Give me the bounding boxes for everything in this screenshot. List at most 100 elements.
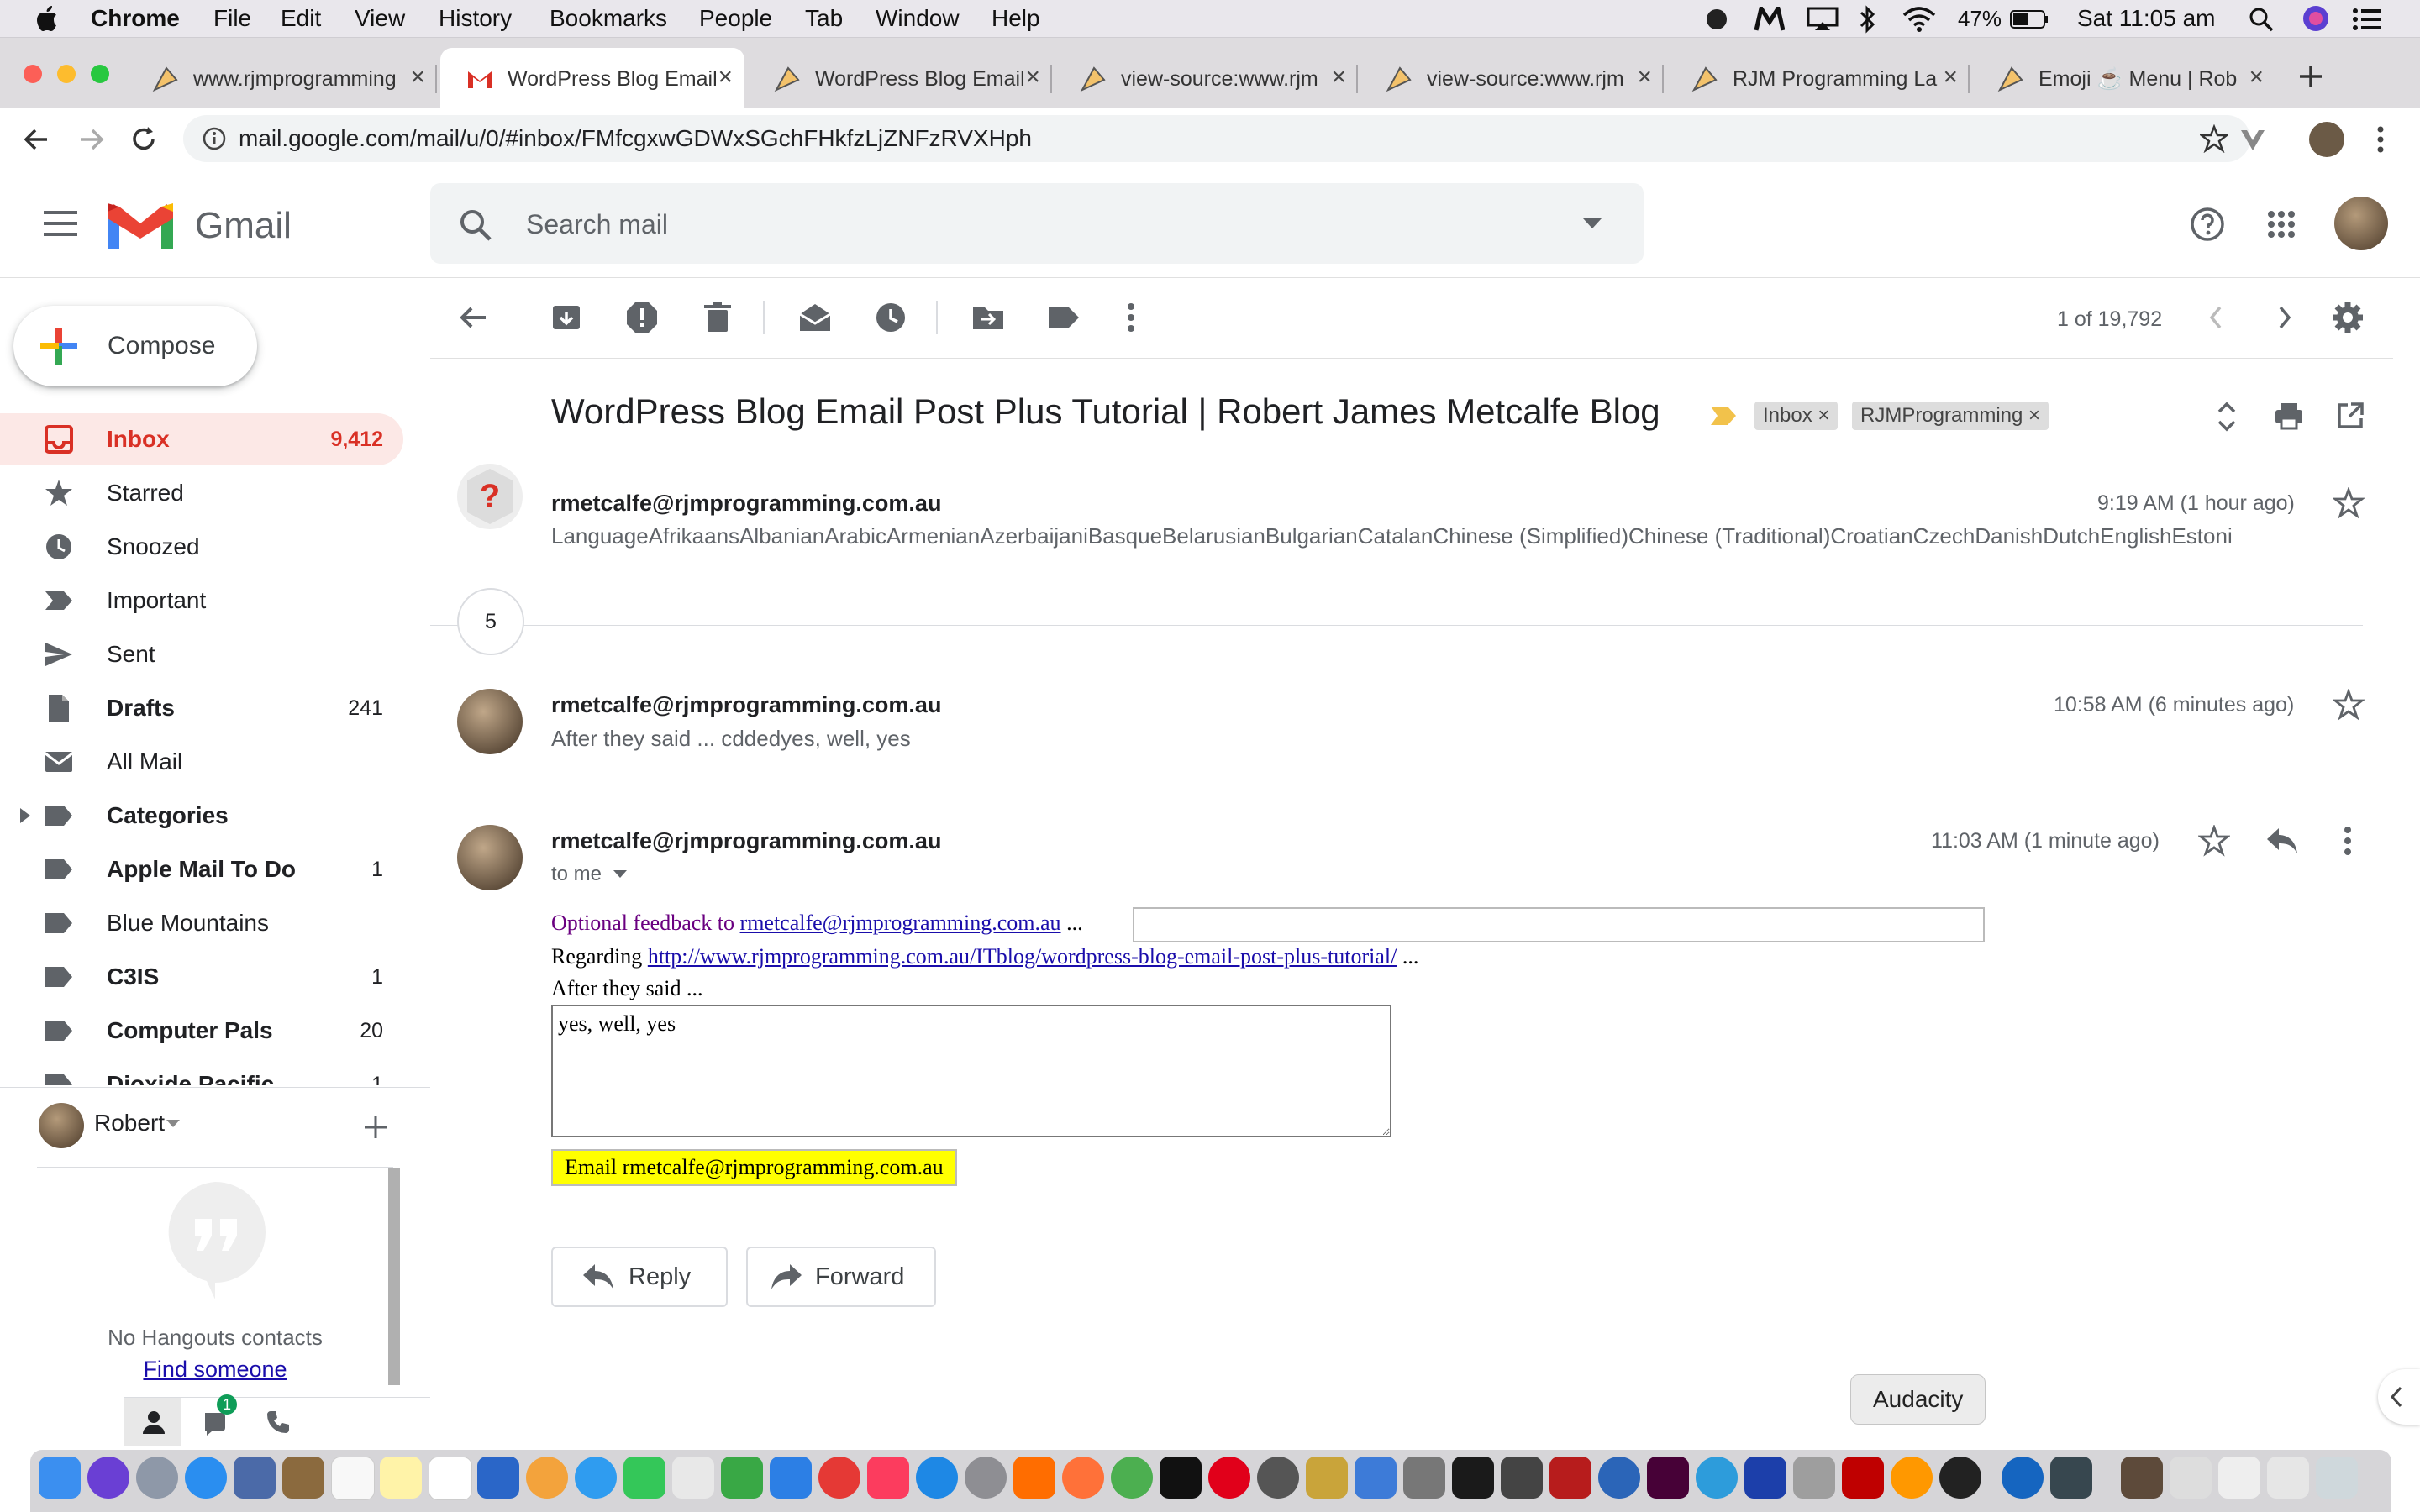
quicktime-icon[interactable]: [2002, 1457, 2044, 1499]
message-snippet[interactable]: After they said ... cddedyes, well, yes: [551, 726, 911, 752]
bookmark-star-icon[interactable]: [2200, 124, 2228, 153]
filezilla-icon[interactable]: [1842, 1457, 1884, 1499]
reminders-icon[interactable]: [429, 1457, 472, 1500]
mail-app-icon[interactable]: [234, 1457, 276, 1499]
app-stack-icon[interactable]: [2050, 1457, 2092, 1499]
app-ps-icon[interactable]: [1160, 1457, 1202, 1499]
tab-close-icon[interactable]: ×: [1331, 63, 1346, 92]
label-chip-inbox[interactable]: Inbox ×: [1754, 402, 1839, 430]
app-globe-icon[interactable]: [1696, 1457, 1738, 1499]
reply-textarea[interactable]: yes, well, yes: [551, 1005, 1392, 1137]
sidebar-item-starred[interactable]: Starred: [0, 467, 403, 519]
app-gold-icon[interactable]: [1306, 1457, 1348, 1499]
launchpad-icon[interactable]: [136, 1457, 178, 1499]
app-gray-icon[interactable]: [1257, 1457, 1299, 1499]
sidebar-item-computer-pals[interactable]: Computer Pals 20: [0, 1005, 403, 1057]
message-sender[interactable]: rmetcalfe@rjmprogramming.com.au: [551, 692, 941, 718]
older-chevron-icon[interactable]: [2272, 301, 2297, 334]
more-options-icon[interactable]: [1124, 301, 1138, 334]
sidebar-item-c3is[interactable]: C3IS 1: [0, 951, 403, 1003]
safari-icon[interactable]: [185, 1457, 227, 1499]
pages-icon[interactable]: [672, 1457, 714, 1499]
email-send-button[interactable]: Email rmetcalfe@rjmprogramming.com.au: [551, 1149, 957, 1186]
omnibox[interactable]: mail.google.com/mail/u/0/#inbox/FMfcgxwG…: [183, 115, 2250, 162]
sidebar-item-snoozed[interactable]: Snoozed: [0, 521, 403, 573]
window-minimize-button[interactable]: [57, 65, 76, 83]
system-preferences-icon[interactable]: [965, 1457, 1007, 1499]
cat-status-icon[interactable]: [1702, 7, 1731, 32]
forward-button[interactable]: Forward: [746, 1247, 936, 1307]
trash-icon[interactable]: [2316, 1457, 2358, 1499]
browser-tab[interactable]: view-source:www.rjm ×: [1054, 48, 1358, 108]
adobe-xd-icon[interactable]: [1647, 1457, 1689, 1499]
app-red-grid-icon[interactable]: [1549, 1457, 1591, 1499]
gmail-brand[interactable]: Gmail: [195, 205, 292, 247]
sidebar-item-sent[interactable]: Sent: [0, 628, 403, 680]
sender-avatar[interactable]: [457, 825, 523, 890]
sender-avatar-unknown[interactable]: ?: [457, 464, 523, 529]
side-panel-toggle[interactable]: [2378, 1369, 2420, 1425]
importance-marker-icon[interactable]: [1709, 405, 1738, 427]
message-sender[interactable]: rmetcalfe@rjmprogramming.com.au: [551, 828, 941, 854]
app-f-icon[interactable]: [1744, 1457, 1786, 1499]
menu-file[interactable]: File: [213, 0, 251, 37]
browser-tab[interactable]: Emoji ☕ Menu | Rob ×: [1971, 48, 2275, 108]
downloads-stack-icon[interactable]: [2121, 1457, 2163, 1499]
messages-icon[interactable]: [575, 1457, 617, 1499]
search-icon[interactable]: [459, 208, 492, 242]
open-new-window-icon[interactable]: [2336, 402, 2365, 430]
reload-icon[interactable]: [129, 125, 158, 154]
siri-dock-icon[interactable]: [87, 1457, 129, 1499]
document-stack-icon[interactable]: [2170, 1457, 2212, 1499]
sidebar-item-all-mail[interactable]: All Mail: [0, 736, 403, 788]
label-tag-icon[interactable]: [1047, 301, 1081, 334]
archive-icon[interactable]: [550, 301, 583, 334]
message-recipient[interactable]: to me: [551, 863, 602, 886]
url-text[interactable]: mail.google.com/mail/u/0/#inbox/FMfcgxwG…: [239, 115, 1032, 162]
forward-arrow-icon[interactable]: [77, 125, 106, 154]
notes-icon[interactable]: [380, 1457, 422, 1499]
label-chip-rjmprogramming[interactable]: RJMProgramming ×: [1852, 402, 2049, 430]
feedback-email-link[interactable]: rmetcalfe@rjmprogramming.com.au: [740, 911, 1061, 935]
hangouts-status-dropdown-icon[interactable]: [166, 1120, 180, 1128]
google-apps-icon[interactable]: [2267, 210, 2296, 239]
help-icon[interactable]: [2190, 207, 2225, 242]
browser-tab[interactable]: www.rjmprogramming ×: [126, 48, 437, 108]
compose-button[interactable]: Compose: [13, 306, 257, 386]
document-stack-icon-3[interactable]: [2267, 1457, 2309, 1499]
message-more-icon[interactable]: [2341, 825, 2354, 857]
opera-icon[interactable]: [1208, 1457, 1250, 1499]
sidebar-item-drafts[interactable]: Drafts 241: [0, 682, 403, 734]
expand-all-icon[interactable]: [2217, 400, 2237, 433]
sidebar-item-apple-mail-to-do[interactable]: Apple Mail To Do 1: [0, 843, 403, 895]
new-tab-plus-icon[interactable]: [2297, 63, 2324, 90]
siri-icon[interactable]: [2302, 5, 2329, 32]
star-message-icon[interactable]: [2333, 487, 2365, 519]
maps-icon[interactable]: [477, 1457, 519, 1499]
regarding-url-link[interactable]: http://www.rjmprogramming.com.au/ITblog/…: [648, 944, 1397, 969]
profile-avatar[interactable]: [2309, 122, 2344, 157]
phone-icon[interactable]: [266, 1410, 291, 1435]
menu-help[interactable]: Help: [992, 0, 1040, 37]
star-message-icon[interactable]: [2333, 689, 2365, 721]
m-status-icon[interactable]: [1754, 7, 1785, 32]
wifi-icon[interactable]: [1902, 7, 1936, 32]
sidebar-item-important[interactable]: Important: [0, 575, 403, 627]
remove-label-icon[interactable]: ×: [1818, 404, 1829, 427]
reply-button[interactable]: Reply: [551, 1247, 728, 1307]
browser-tab[interactable]: WordPress Blog Email ×: [748, 48, 1052, 108]
sender-avatar[interactable]: [457, 689, 523, 754]
window-close-button[interactable]: [24, 65, 42, 83]
notification-center-icon[interactable]: [2353, 8, 2381, 30]
browser-tab[interactable]: RJM Programming La ×: [1665, 48, 1970, 108]
battery-icon[interactable]: [2010, 10, 2049, 29]
calendar-icon[interactable]: [331, 1457, 375, 1500]
print-icon[interactable]: [2274, 402, 2304, 430]
delete-trash-icon[interactable]: [701, 301, 734, 334]
search-input[interactable]: [524, 200, 1452, 249]
tab-close-icon[interactable]: ×: [410, 63, 425, 92]
news-icon[interactable]: [818, 1457, 860, 1499]
expand-caret-icon[interactable]: [20, 808, 30, 823]
contacts-person-icon[interactable]: [141, 1410, 166, 1435]
audacity-icon[interactable]: [1891, 1457, 1933, 1499]
